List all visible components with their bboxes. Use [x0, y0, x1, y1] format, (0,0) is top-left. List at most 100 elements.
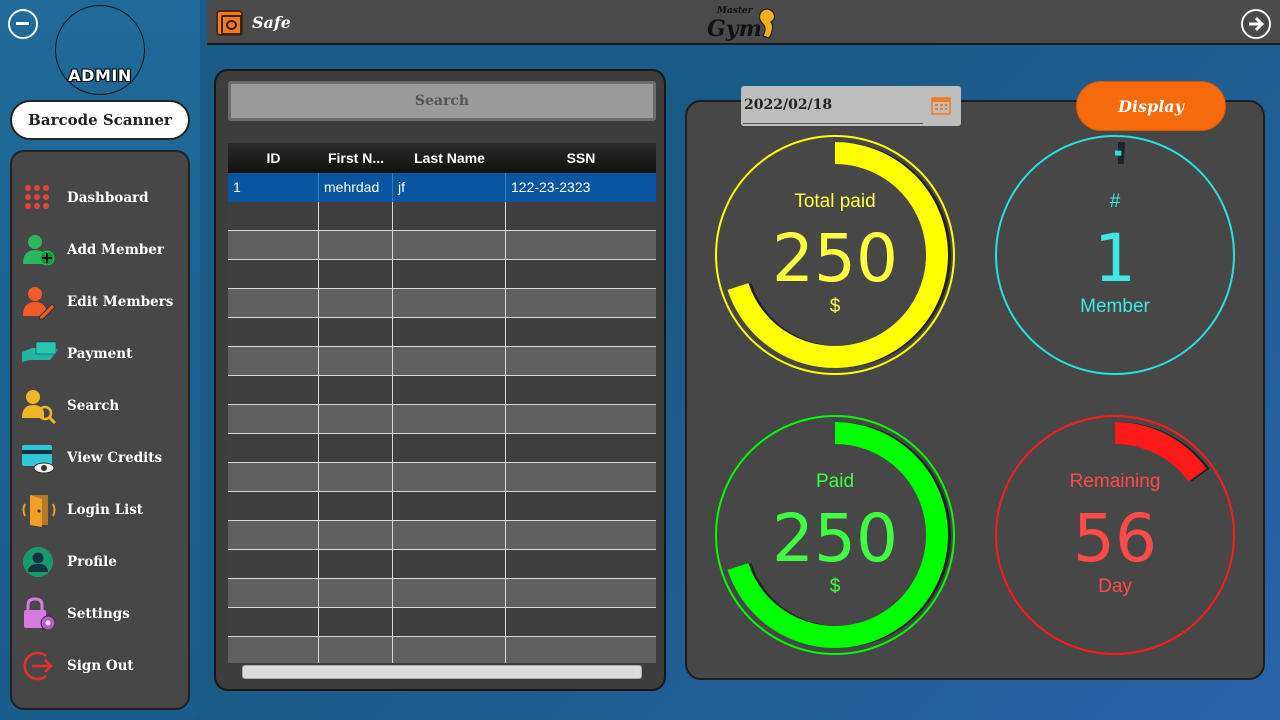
barcode-scanner-button[interactable]: Barcode Scanner — [10, 100, 190, 140]
sidebar-item-label: Edit Members — [67, 294, 174, 310]
total-paid-label: Total paid — [794, 191, 876, 212]
empty-cell — [228, 347, 319, 376]
empty-cell — [319, 289, 393, 318]
sidebar-item-label: Search — [67, 398, 120, 414]
table-row[interactable] — [228, 463, 656, 492]
empty-cell — [393, 289, 506, 318]
sidebar-item-login-list[interactable]: Login List — [20, 488, 184, 532]
total-paid-unit: $ — [829, 296, 841, 317]
sidebar-item-sign-out[interactable]: Sign Out — [20, 644, 184, 688]
profile-icon — [20, 544, 60, 580]
table-row[interactable] — [228, 231, 656, 260]
sidebar-item-search[interactable]: Search — [20, 384, 184, 428]
search-button[interactable]: Search — [228, 81, 656, 121]
sidebar-menu: Dashboard Add Member Edit Members Paymen… — [10, 150, 190, 710]
empty-cell — [393, 492, 506, 521]
remaining-gauge: Remaining 56 Day — [993, 413, 1237, 657]
payment-hand-icon — [20, 336, 60, 372]
table-row[interactable]: 1 mehrdad jf 122-23-2323 — [228, 173, 656, 202]
total-paid-gauge: Total paid 250 $ — [713, 133, 957, 377]
empty-cell — [506, 231, 656, 260]
empty-cell — [228, 260, 319, 289]
empty-cell — [506, 260, 656, 289]
paid-label: Paid — [815, 471, 855, 492]
empty-cell — [393, 521, 506, 550]
collapse-sidebar-icon[interactable] — [8, 9, 38, 39]
column-header-ssn[interactable]: SSN — [506, 143, 656, 173]
empty-cell — [393, 231, 506, 260]
empty-cell — [228, 579, 319, 608]
sidebar-item-profile[interactable]: Profile — [20, 540, 184, 584]
sidebar-item-label: View Credits — [67, 450, 163, 466]
sidebar-item-add-member[interactable]: Add Member — [20, 228, 184, 272]
table-row[interactable] — [228, 550, 656, 579]
table-row[interactable] — [228, 434, 656, 463]
table-row[interactable] — [228, 318, 656, 347]
admin-label: ADMIN — [68, 66, 132, 85]
empty-cell — [319, 347, 393, 376]
empty-cell — [228, 492, 319, 521]
empty-cell — [228, 231, 319, 260]
empty-cell — [393, 318, 506, 347]
horizontal-scrollbar[interactable] — [242, 665, 642, 679]
sidebar-item-view-credits[interactable]: View Credits — [20, 436, 184, 480]
empty-cell — [506, 318, 656, 347]
empty-cell — [506, 637, 656, 663]
edit-user-icon — [20, 284, 60, 320]
empty-cell — [319, 492, 393, 521]
column-header-id[interactable]: ID — [228, 143, 319, 173]
table-row[interactable] — [228, 579, 656, 608]
logo-top-text: Master — [717, 6, 753, 16]
empty-cell — [393, 347, 506, 376]
grid-header: ID First N... Last Name SSN — [228, 143, 656, 173]
table-row[interactable] — [228, 347, 656, 376]
sidebar-item-dashboard[interactable]: Dashboard — [20, 176, 184, 220]
date-picker[interactable]: 2022/02/18 — [741, 86, 961, 126]
display-button[interactable]: Display — [1076, 81, 1226, 131]
add-user-icon — [20, 232, 60, 268]
sidebar-item-label: Profile — [67, 554, 117, 570]
bodybuilder-icon — [758, 8, 776, 39]
empty-cell — [506, 376, 656, 405]
empty-cell — [319, 637, 393, 663]
sidebar-item-payment[interactable]: Payment — [20, 332, 184, 376]
calendar-icon[interactable] — [931, 95, 951, 115]
remaining-label: Remaining — [1069, 471, 1161, 492]
empty-cell — [506, 492, 656, 521]
empty-cell — [319, 579, 393, 608]
empty-cell — [393, 463, 506, 492]
exit-arrow-icon[interactable] — [1241, 9, 1271, 39]
sign-out-icon — [20, 648, 60, 684]
sidebar-item-label: Sign Out — [67, 658, 134, 674]
members-grid[interactable]: ID First N... Last Name SSN 1 mehrdad jf… — [228, 143, 656, 663]
empty-cell — [228, 202, 319, 231]
gym-logo: Master Gym — [707, 2, 787, 44]
table-row[interactable] — [228, 492, 656, 521]
empty-cell — [506, 608, 656, 637]
paid-gauge: Paid 250 $ — [713, 413, 957, 657]
table-row[interactable] — [228, 289, 656, 318]
members-value: 1 — [1094, 220, 1136, 297]
table-row[interactable] — [228, 376, 656, 405]
empty-cell — [228, 405, 319, 434]
empty-cell — [319, 521, 393, 550]
table-row[interactable] — [228, 608, 656, 637]
safe-icon[interactable] — [216, 10, 243, 36]
empty-cell — [506, 579, 656, 608]
table-row[interactable] — [228, 202, 656, 231]
table-row[interactable] — [228, 637, 656, 663]
sidebar-item-settings[interactable]: Settings — [20, 592, 184, 636]
paid-unit: $ — [829, 576, 841, 597]
sidebar-item-edit-members[interactable]: Edit Members — [20, 280, 184, 324]
cell-first-name: mehrdad — [319, 173, 393, 202]
empty-cell — [319, 405, 393, 434]
table-row[interactable] — [228, 521, 656, 550]
empty-cell — [228, 434, 319, 463]
column-header-last-name[interactable]: Last Name — [393, 143, 506, 173]
empty-cell — [228, 463, 319, 492]
column-header-first-name[interactable]: First N... — [319, 143, 393, 173]
table-row[interactable] — [228, 260, 656, 289]
sidebar-item-label: Add Member — [67, 242, 165, 258]
empty-cell — [506, 521, 656, 550]
table-row[interactable] — [228, 405, 656, 434]
